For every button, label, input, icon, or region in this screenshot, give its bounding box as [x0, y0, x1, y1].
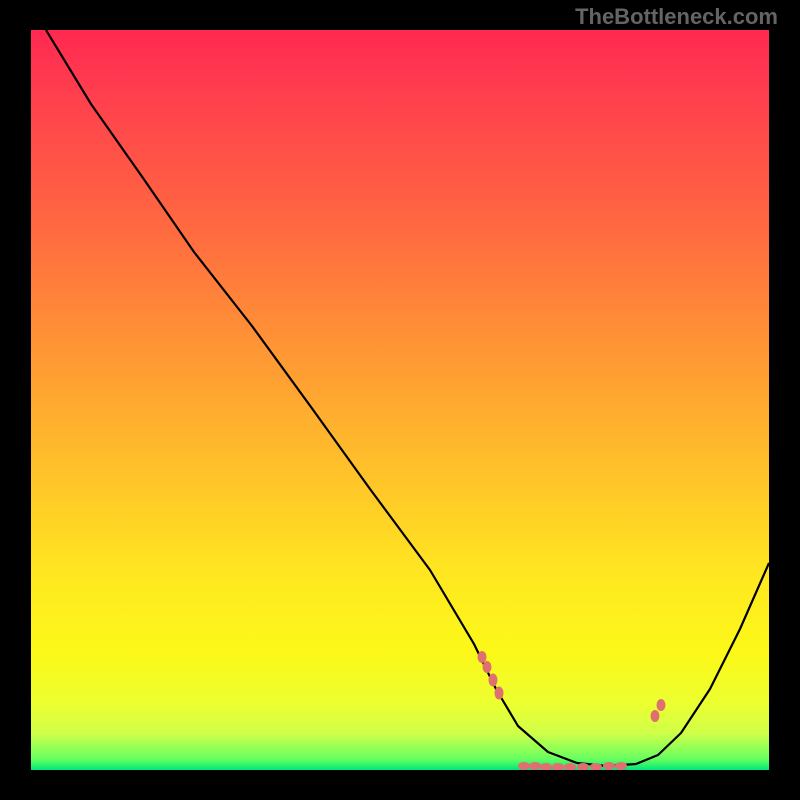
marker-dots — [478, 651, 666, 770]
attribution-text: TheBottleneck.com — [575, 4, 778, 30]
chart-container: TheBottleneck.com — [0, 0, 800, 800]
plot-area — [31, 30, 769, 770]
curve-svg — [31, 30, 769, 770]
bottleneck-curve-line — [46, 30, 769, 766]
